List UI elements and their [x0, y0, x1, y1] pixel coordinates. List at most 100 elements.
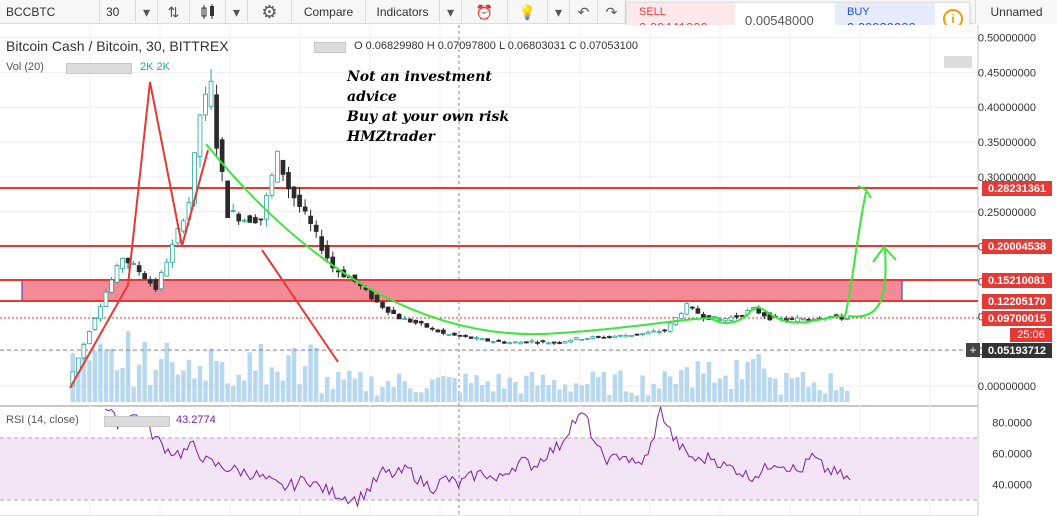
volume-bar	[330, 388, 335, 402]
layout-name-label: Unnamed	[990, 5, 1043, 19]
price-tick-label: 0.45000000	[978, 67, 1036, 79]
candles-icon	[201, 4, 214, 19]
level-tag-3: 0.15210081	[982, 273, 1052, 288]
symbol-label: BCCBTC	[6, 5, 56, 19]
candle-body	[236, 213, 242, 222]
alert-button[interactable]: ⏰	[462, 0, 508, 24]
volume-bar	[170, 362, 175, 402]
candle-body	[667, 322, 673, 332]
chart-canvas[interactable]: 0.000000000.050000000.100000000.15000000…	[0, 25, 1057, 516]
candle-body	[203, 93, 208, 116]
candle-body	[214, 94, 219, 149]
volume-bar	[297, 384, 302, 402]
legend-buttons[interactable]	[314, 42, 346, 53]
ideas-dropdown-button[interactable]: ▾	[548, 0, 570, 24]
redo-button[interactable]: ↷	[598, 0, 626, 24]
candle-body	[407, 318, 413, 323]
volume-bar	[402, 381, 407, 402]
volume-bar	[358, 371, 363, 402]
ideas-button[interactable]: 💡	[508, 0, 548, 24]
candle-body	[535, 341, 540, 344]
symbol-search[interactable]: BCCBTC	[0, 0, 100, 24]
compare-button[interactable]: Compare	[292, 0, 366, 24]
volume-bar	[302, 366, 308, 402]
volume-bar	[247, 352, 252, 402]
volume-bar	[513, 382, 518, 402]
compare-toggle-button[interactable]: ⇅	[158, 0, 190, 24]
settings-button[interactable]: ⚙	[248, 0, 292, 24]
candle-body	[739, 315, 745, 317]
volume-bar	[253, 370, 258, 402]
candle-body	[208, 80, 214, 108]
alarm-clock-icon: ⏰	[475, 3, 494, 20]
candle-body	[374, 294, 380, 303]
candle-body	[142, 273, 148, 280]
volume-bar	[568, 391, 573, 402]
rsi-tick-label: 60.0000	[992, 449, 1032, 461]
volume-bar	[640, 375, 645, 402]
candle-body	[103, 291, 109, 307]
candle-body	[524, 341, 529, 344]
volume-bar	[712, 382, 717, 402]
candle-body	[280, 159, 286, 175]
volume-bar	[385, 380, 391, 402]
volume-bar	[601, 371, 607, 402]
candle-body	[678, 313, 684, 319]
note-line-3: Buy at your own risk	[347, 109, 510, 125]
indicators-dropdown-button[interactable]: ▾	[440, 0, 462, 24]
candle-body	[109, 279, 114, 293]
volume-bar	[767, 377, 772, 402]
price-tick-label: 0.00000000	[978, 381, 1036, 393]
candle-body	[98, 306, 103, 320]
volume-bar	[485, 381, 490, 402]
volume-bar	[529, 371, 535, 402]
volume-bar	[507, 377, 512, 402]
volume-bar	[109, 348, 114, 402]
candle-body	[501, 341, 507, 344]
chart-style-button[interactable]	[190, 0, 226, 24]
interval-dropdown-button[interactable]: ▾	[136, 0, 158, 24]
candle-body	[136, 265, 142, 273]
chart-style-dropdown-button[interactable]: ▾	[226, 0, 248, 24]
candle-body	[319, 236, 325, 251]
indicators-button[interactable]: Indicators	[366, 0, 440, 24]
candle-body	[302, 206, 308, 212]
volume-bar	[524, 375, 529, 402]
volume-legend-buttons[interactable]	[66, 63, 132, 74]
volume-bar	[131, 386, 136, 402]
candle-body	[507, 342, 513, 345]
volume-bar	[380, 387, 385, 402]
rsi-legend-value: 43.2774	[176, 414, 216, 426]
pane-controls[interactable]	[944, 56, 972, 68]
volume-bar	[114, 370, 120, 402]
candle-body	[789, 318, 795, 320]
level-tag-1: 0.28231361	[982, 181, 1052, 196]
volume-bar	[457, 392, 463, 402]
candle-body	[656, 331, 662, 334]
volume-bar	[136, 364, 142, 402]
volume-bar	[391, 387, 396, 402]
candle-body	[496, 339, 502, 342]
price-tick-label: 0.35000000	[978, 137, 1036, 149]
volume-bar	[828, 373, 833, 402]
candle-body	[269, 174, 275, 196]
volume-bar	[739, 379, 745, 402]
volume-bar	[203, 380, 208, 402]
volume-bar	[695, 361, 701, 402]
layout-name-button[interactable]: Unnamed	[975, 0, 1057, 24]
redo-icon: ↷	[605, 3, 618, 20]
volume-bar	[446, 376, 452, 402]
volume-bar	[668, 376, 673, 402]
volume-bar	[148, 384, 153, 402]
candle-body	[717, 319, 723, 321]
candle-body	[125, 257, 131, 264]
volume-bar	[363, 391, 369, 402]
candle-body	[230, 210, 236, 213]
interval-selector[interactable]: 30	[100, 0, 136, 24]
trading-chart-window: BCCBTC 30 ▾ ⇅ ▾ ⚙ Compare Indicators ▾ ⏰…	[0, 0, 1057, 516]
volume-bar	[463, 373, 468, 402]
undo-button[interactable]: ↶	[570, 0, 598, 24]
plus-icon[interactable]: +	[966, 343, 980, 357]
rsi-legend-buttons[interactable]	[104, 416, 170, 427]
volume-bar	[98, 343, 103, 402]
